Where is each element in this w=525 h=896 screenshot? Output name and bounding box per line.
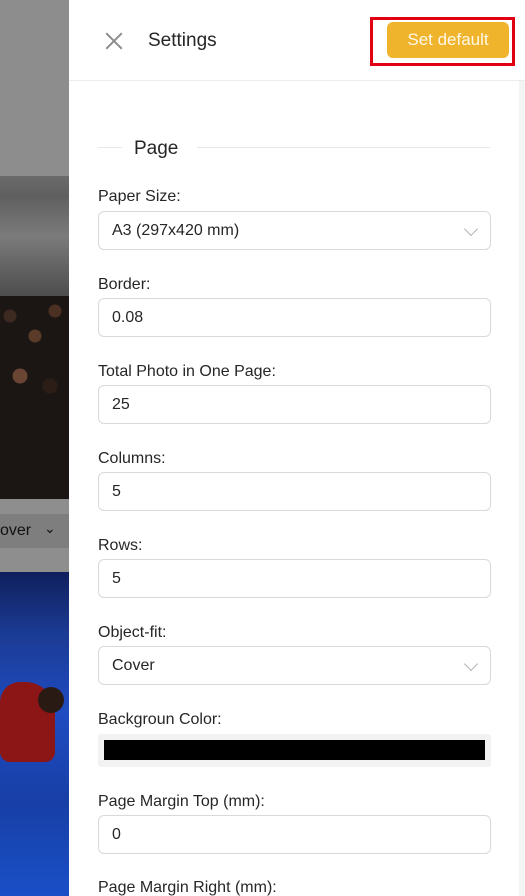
rows-label: Rows:	[98, 537, 143, 554]
drawer-header: Settings Set default	[69, 0, 525, 81]
border-input[interactable]: 0.08	[98, 298, 491, 337]
chevron-down-icon	[463, 656, 479, 672]
total-photo-label: Total Photo in One Page:	[98, 363, 276, 380]
chevron-down-icon	[463, 221, 479, 237]
chevron-down-icon: ⌄	[44, 520, 56, 536]
object-fit-value: Cover	[112, 657, 155, 674]
paper-size-select[interactable]: A3 (297x420 mm)	[98, 211, 491, 250]
total-photo-value: 25	[112, 396, 130, 413]
columns-value: 5	[112, 483, 121, 500]
background-photo-billiards	[0, 572, 69, 896]
section-divider-page: Page	[98, 138, 490, 159]
margin-top-input[interactable]: 0	[98, 815, 491, 854]
paper-size-label: Paper Size:	[98, 188, 181, 205]
background-color-label: Backgroun Color:	[98, 711, 222, 728]
drawer-title: Settings	[148, 30, 217, 51]
margin-top-value: 0	[112, 826, 121, 843]
background-header-area	[0, 0, 69, 176]
section-title: Page	[134, 138, 179, 159]
object-fit-label: Object-fit:	[98, 624, 167, 641]
set-default-button[interactable]: Set default	[387, 22, 509, 58]
margin-top-label: Page Margin Top (mm):	[98, 793, 265, 810]
background-object-fit-select[interactable]: over ⌄	[0, 514, 69, 548]
border-value: 0.08	[112, 309, 144, 326]
border-label: Border:	[98, 276, 151, 293]
background-select-value: over	[0, 522, 32, 539]
background-page: over ⌄	[0, 0, 69, 896]
rows-value: 5	[112, 570, 121, 587]
photo-detail	[0, 296, 69, 499]
scrollbar[interactable]	[519, 81, 525, 896]
columns-input[interactable]: 5	[98, 472, 491, 511]
divider-line	[98, 147, 122, 148]
divider-line	[197, 147, 490, 148]
object-fit-select[interactable]: Cover	[98, 646, 491, 685]
background-photo-crowd	[0, 176, 69, 499]
close-icon[interactable]	[103, 30, 125, 52]
photo-detail	[38, 687, 64, 713]
background-color-picker[interactable]	[98, 734, 491, 767]
columns-label: Columns:	[98, 450, 166, 467]
color-swatch	[104, 740, 485, 760]
margin-right-label: Page Margin Right (mm):	[98, 879, 277, 896]
paper-size-value: A3 (297x420 mm)	[112, 222, 240, 239]
rows-input[interactable]: 5	[98, 559, 491, 598]
total-photo-input[interactable]: 25	[98, 385, 491, 424]
settings-drawer: Settings Set default Page Paper Size: A3…	[69, 0, 525, 896]
